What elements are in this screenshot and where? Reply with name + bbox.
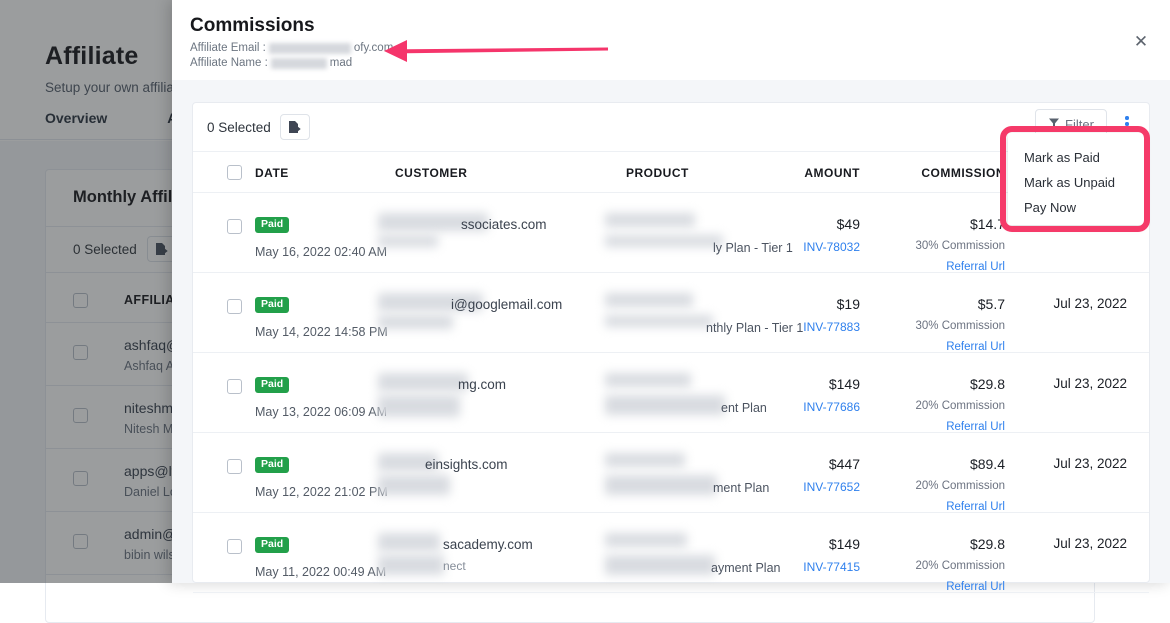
redacted-product-name	[605, 373, 691, 387]
referral-url-link[interactable]: Referral Url	[946, 421, 1005, 433]
table-row[interactable]: Paid May 13, 2022 06:09 AM mg.com ent Pl…	[193, 353, 1149, 433]
product-name: nthly Plan - Tier 1	[706, 321, 803, 335]
redacted-product-name	[605, 453, 685, 467]
commission-date: May 14, 2022 14:58 PM	[255, 325, 388, 339]
product-name: ayment Plan	[711, 561, 780, 575]
redacted-customer-sub	[378, 475, 450, 495]
close-icon[interactable]: ✕	[1130, 31, 1152, 53]
commission-value: $5.7	[978, 296, 1005, 312]
affiliate-email-line: Affiliate Email : ofy.com	[190, 42, 393, 54]
commission-rate: 20% Commission	[916, 480, 1005, 492]
affiliate-name-label: Affiliate Name :	[190, 57, 268, 69]
commission-date: May 11, 2022 00:49 AM	[255, 565, 386, 579]
row-checkbox[interactable]	[227, 539, 242, 554]
table-row[interactable]: Paid May 11, 2022 00:49 AM sacademy.com …	[193, 513, 1149, 593]
customer-email: ssociates.com	[461, 217, 547, 232]
redacted-product-sub	[605, 395, 725, 415]
referral-url-link[interactable]: Referral Url	[946, 501, 1005, 513]
column-amount: AMOUNT	[804, 166, 860, 180]
redacted-product-name	[605, 213, 695, 227]
redacted-customer-sub	[378, 315, 453, 329]
invoice-link[interactable]: INV-77686	[803, 400, 860, 414]
redacted-customer-name	[378, 373, 468, 391]
amount-value: $19	[837, 296, 860, 312]
invoice-link[interactable]: INV-77652	[803, 480, 860, 494]
commission-date: May 16, 2022 02:40 AM	[255, 245, 387, 259]
row-checkbox[interactable]	[227, 459, 242, 474]
invoice-link[interactable]: INV-77883	[803, 320, 860, 334]
product-name: ly Plan - Tier 1	[713, 241, 793, 255]
product-name: ment Plan	[713, 481, 769, 495]
selected-count: 0 Selected	[207, 120, 271, 135]
status-badge: Paid	[255, 377, 289, 393]
redacted-customer-sub	[378, 235, 438, 247]
table-row[interactable]: Paid May 14, 2022 14:58 PM i@googlemail.…	[193, 273, 1149, 353]
commission-value: $89.4	[970, 456, 1005, 472]
redacted-email	[269, 43, 351, 54]
affiliate-name-value: mad	[330, 57, 352, 69]
selection-group: 0 Selected	[207, 114, 310, 140]
redacted-customer-sub	[378, 395, 460, 417]
commission-rate: 30% Commission	[916, 240, 1005, 252]
column-date: DATE	[255, 166, 289, 180]
amount-value: $49	[837, 216, 860, 232]
column-commission: COMMISSION	[921, 166, 1005, 180]
affiliate-name-line: Affiliate Name : mad	[190, 57, 352, 69]
commission-rate: 20% Commission	[916, 400, 1005, 412]
redacted-product-name	[605, 533, 687, 547]
status-badge: Paid	[255, 537, 289, 553]
redacted-customer-sub	[378, 555, 444, 575]
row-checkbox[interactable]	[227, 379, 242, 394]
commission-value: $29.8	[970, 376, 1005, 392]
commission-date: May 13, 2022 06:09 AM	[255, 405, 387, 419]
referral-url-link[interactable]: Referral Url	[946, 261, 1005, 273]
customer-sub: nect	[443, 559, 466, 573]
commission-value: $29.8	[970, 536, 1005, 552]
commission-rate: 30% Commission	[916, 320, 1005, 332]
table-row[interactable]: Paid May 12, 2022 21:02 PM einsights.com…	[193, 433, 1149, 513]
select-all-checkbox[interactable]	[227, 165, 242, 180]
commission-rate: 20% Commission	[916, 560, 1005, 572]
invoice-link[interactable]: INV-78032	[803, 240, 860, 254]
paid-date: Jul 23, 2022	[1053, 456, 1127, 471]
status-badge: Paid	[255, 457, 289, 473]
modal-title: Commissions	[190, 15, 315, 37]
column-customer: CUSTOMER	[395, 166, 467, 180]
redacted-product-sub	[605, 475, 717, 495]
row-checkbox[interactable]	[227, 299, 242, 314]
redacted-product-sub	[605, 235, 723, 247]
referral-url-link[interactable]: Referral Url	[946, 341, 1005, 353]
redacted-product-name	[605, 293, 693, 307]
highlight-rectangle-annotation	[1000, 126, 1150, 232]
commission-date: May 12, 2022 21:02 PM	[255, 485, 388, 499]
customer-email: mg.com	[458, 377, 506, 392]
customer-email: einsights.com	[425, 457, 508, 472]
row-checkbox[interactable]	[227, 219, 242, 234]
export-file-icon[interactable]	[280, 114, 310, 140]
paid-date: Jul 23, 2022	[1053, 536, 1127, 551]
amount-value: $447	[829, 456, 860, 472]
invoice-link[interactable]: INV-77415	[803, 560, 860, 574]
amount-value: $149	[829, 376, 860, 392]
column-product: PRODUCT	[626, 166, 689, 180]
affiliate-email-label: Affiliate Email :	[190, 42, 266, 54]
paid-date: Jul 23, 2022	[1053, 296, 1127, 311]
commissions-modal: Commissions Affiliate Email : ofy.com Af…	[172, 0, 1170, 583]
amount-value: $149	[829, 536, 860, 552]
redacted-customer-name	[378, 533, 440, 551]
arrow-annotation	[375, 36, 610, 71]
customer-email: sacademy.com	[443, 537, 533, 552]
paid-date: Jul 23, 2022	[1053, 376, 1127, 391]
customer-email: i@googlemail.com	[451, 297, 562, 312]
status-badge: Paid	[255, 217, 289, 233]
status-badge: Paid	[255, 297, 289, 313]
redacted-name	[271, 58, 327, 69]
redacted-product-sub	[605, 315, 713, 327]
modal-header: Commissions Affiliate Email : ofy.com Af…	[172, 0, 1170, 80]
product-name: ent Plan	[721, 401, 767, 415]
redacted-product-sub	[605, 555, 715, 575]
